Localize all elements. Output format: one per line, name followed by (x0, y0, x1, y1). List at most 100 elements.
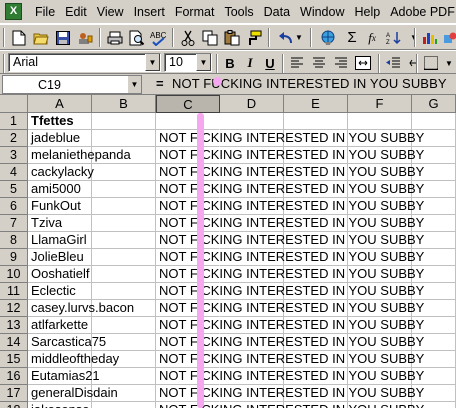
cell-a3[interactable]: melaniethepanda (28, 147, 131, 164)
cell-a8[interactable]: LlamaGirl (28, 232, 92, 249)
row-header[interactable]: 18 (0, 402, 28, 408)
cell-b14[interactable] (92, 334, 156, 351)
chevron-down-icon[interactable]: ▼ (196, 54, 211, 71)
insert-function-icon[interactable]: fx (362, 28, 382, 47)
undo-icon[interactable] (276, 28, 296, 47)
row-header[interactable]: 5 (0, 181, 28, 198)
cell-c9[interactable]: NOT F CKING INTERESTED IN YOU SUBBY (156, 249, 424, 266)
column-header-a[interactable]: A (28, 95, 92, 113)
cell-a6[interactable]: FunkOut (28, 198, 92, 215)
column-header-g[interactable]: G (412, 95, 456, 113)
cell-a12[interactable]: casey.lurvs.bacon (28, 300, 134, 317)
cell-b11[interactable] (92, 283, 156, 300)
font-size-combo[interactable]: 10 ▼ (164, 53, 212, 72)
chevron-down-icon[interactable]: ▼ (127, 76, 141, 93)
cell-a9[interactable]: JolieBleu (28, 249, 92, 266)
cell-b4[interactable] (92, 164, 156, 181)
column-header-c[interactable]: C (156, 95, 220, 113)
cell-b13[interactable] (92, 317, 156, 334)
cell-b18[interactable] (92, 402, 156, 408)
name-box[interactable]: C19 ▼ (2, 75, 142, 94)
row-header[interactable]: 12 (0, 300, 28, 317)
menu-tools[interactable]: Tools (219, 4, 258, 20)
open-folder-icon[interactable] (31, 28, 51, 47)
menu-edit[interactable]: Edit (60, 4, 92, 20)
row-header[interactable]: 17 (0, 385, 28, 402)
cell-f1[interactable] (348, 113, 412, 130)
menu-data[interactable]: Data (259, 4, 295, 20)
cell-b12[interactable] (92, 300, 156, 317)
cell-b9[interactable] (92, 249, 156, 266)
cell-b15[interactable] (92, 351, 156, 368)
excel-app-icon[interactable]: X (5, 3, 22, 20)
row-header[interactable]: 6 (0, 198, 28, 215)
decrease-indent-icon[interactable] (384, 54, 402, 72)
cell-c14[interactable]: NOT F CKING INTERESTED IN YOU SUBBY (156, 334, 424, 351)
menu-window[interactable]: Window (295, 4, 349, 20)
cell-c11[interactable]: NOT F CKING INTERESTED IN YOU SUBBY (156, 283, 424, 300)
cell-a4[interactable]: cackylacky (28, 164, 94, 181)
row-header[interactable]: 14 (0, 334, 28, 351)
cell-a11[interactable]: Eclectic (28, 283, 92, 300)
cell-a13[interactable]: atlfarkette (28, 317, 92, 334)
row-header[interactable]: 4 (0, 164, 28, 181)
spreadsheet-grid[interactable]: A B C D E F G 1 Tfettes 2 jadeblue NOT F CKING INTE… (0, 95, 456, 408)
toolbar-grip[interactable] (3, 28, 5, 47)
cell-b10[interactable] (92, 266, 156, 283)
cell-c15[interactable]: NOT F CKING INTERESTED IN YOU SUBBY (156, 351, 424, 368)
chart-wizard-icon[interactable] (420, 28, 440, 47)
menu-view[interactable]: View (92, 4, 129, 20)
align-left-icon[interactable] (288, 54, 306, 72)
cell-e1[interactable] (284, 113, 348, 130)
cell-c8[interactable]: NOT F CKING INTERESTED IN YOU SUBBY (156, 232, 424, 249)
cell-b3[interactable] (92, 147, 156, 164)
new-document-icon[interactable] (9, 28, 29, 47)
permission-icon[interactable] (75, 28, 95, 47)
menu-format[interactable]: Format (170, 4, 220, 20)
borders-icon[interactable] (422, 54, 440, 72)
italic-button[interactable]: I (241, 54, 259, 72)
column-header-f[interactable]: F (348, 95, 412, 113)
cell-a2[interactable]: jadeblue (28, 130, 92, 147)
cell-c5[interactable]: NOT F CKING INTERESTED IN YOU SUBBY (156, 181, 424, 198)
cell-b7[interactable] (92, 215, 156, 232)
cell-a14[interactable]: Sarcastica75 (28, 334, 106, 351)
cell-c10[interactable]: NOT F CKING INTERESTED IN YOU SUBBY (156, 266, 424, 283)
toolbar-overflow-icon[interactable] (404, 54, 422, 72)
cell-a1[interactable]: Tfettes (28, 113, 92, 130)
undo-dropdown-icon[interactable]: ▼ (294, 28, 304, 47)
save-icon[interactable] (53, 28, 73, 47)
cell-d1[interactable] (220, 113, 284, 130)
cell-b6[interactable] (92, 198, 156, 215)
cell-b1[interactable] (92, 113, 156, 130)
menu-insert[interactable]: Insert (129, 4, 170, 20)
row-header[interactable]: 10 (0, 266, 28, 283)
borders-dropdown-icon[interactable]: ▼ (440, 54, 456, 72)
cell-b8[interactable] (92, 232, 156, 249)
cell-c7[interactable]: NOT F CKING INTERESTED IN YOU SUBBY (156, 215, 424, 232)
chevron-down-icon[interactable]: ▼ (145, 54, 160, 71)
cell-c13[interactable]: NOT F CKING INTERESTED IN YOU SUBBY (156, 317, 424, 334)
column-header-e[interactable]: E (284, 95, 348, 113)
sort-icon[interactable]: AZ (384, 28, 404, 47)
align-right-icon[interactable] (332, 54, 350, 72)
select-all-corner[interactable] (0, 95, 28, 113)
format-painter-icon[interactable] (244, 28, 264, 47)
cut-icon[interactable] (178, 28, 198, 47)
cell-a10[interactable]: Ooshatielf (28, 266, 92, 283)
cell-c3[interactable]: NOT F CKING INTERESTED IN YOU SUBBY (156, 147, 424, 164)
cell-c4[interactable]: NOT F CKING INTERESTED IN YOU SUBBY (156, 164, 424, 181)
cell-c2[interactable]: NOT F CKING INTERESTED IN YOU SUBBY (156, 130, 424, 147)
cell-a16[interactable]: Eutamias21 (28, 368, 100, 385)
cell-a18[interactable]: jakesense (28, 402, 92, 408)
menu-help[interactable]: Help (350, 4, 386, 20)
column-header-d[interactable]: D (220, 95, 284, 113)
column-header-b[interactable]: B (92, 95, 156, 113)
cell-a15[interactable]: middleoftheday (28, 351, 119, 368)
spelling-icon[interactable]: ABC (149, 28, 169, 47)
bold-button[interactable]: B (221, 54, 239, 72)
cell-c1[interactable] (156, 113, 220, 130)
cell-b16[interactable] (92, 368, 156, 385)
cell-b17[interactable] (92, 385, 156, 402)
cell-g1[interactable] (412, 113, 456, 130)
